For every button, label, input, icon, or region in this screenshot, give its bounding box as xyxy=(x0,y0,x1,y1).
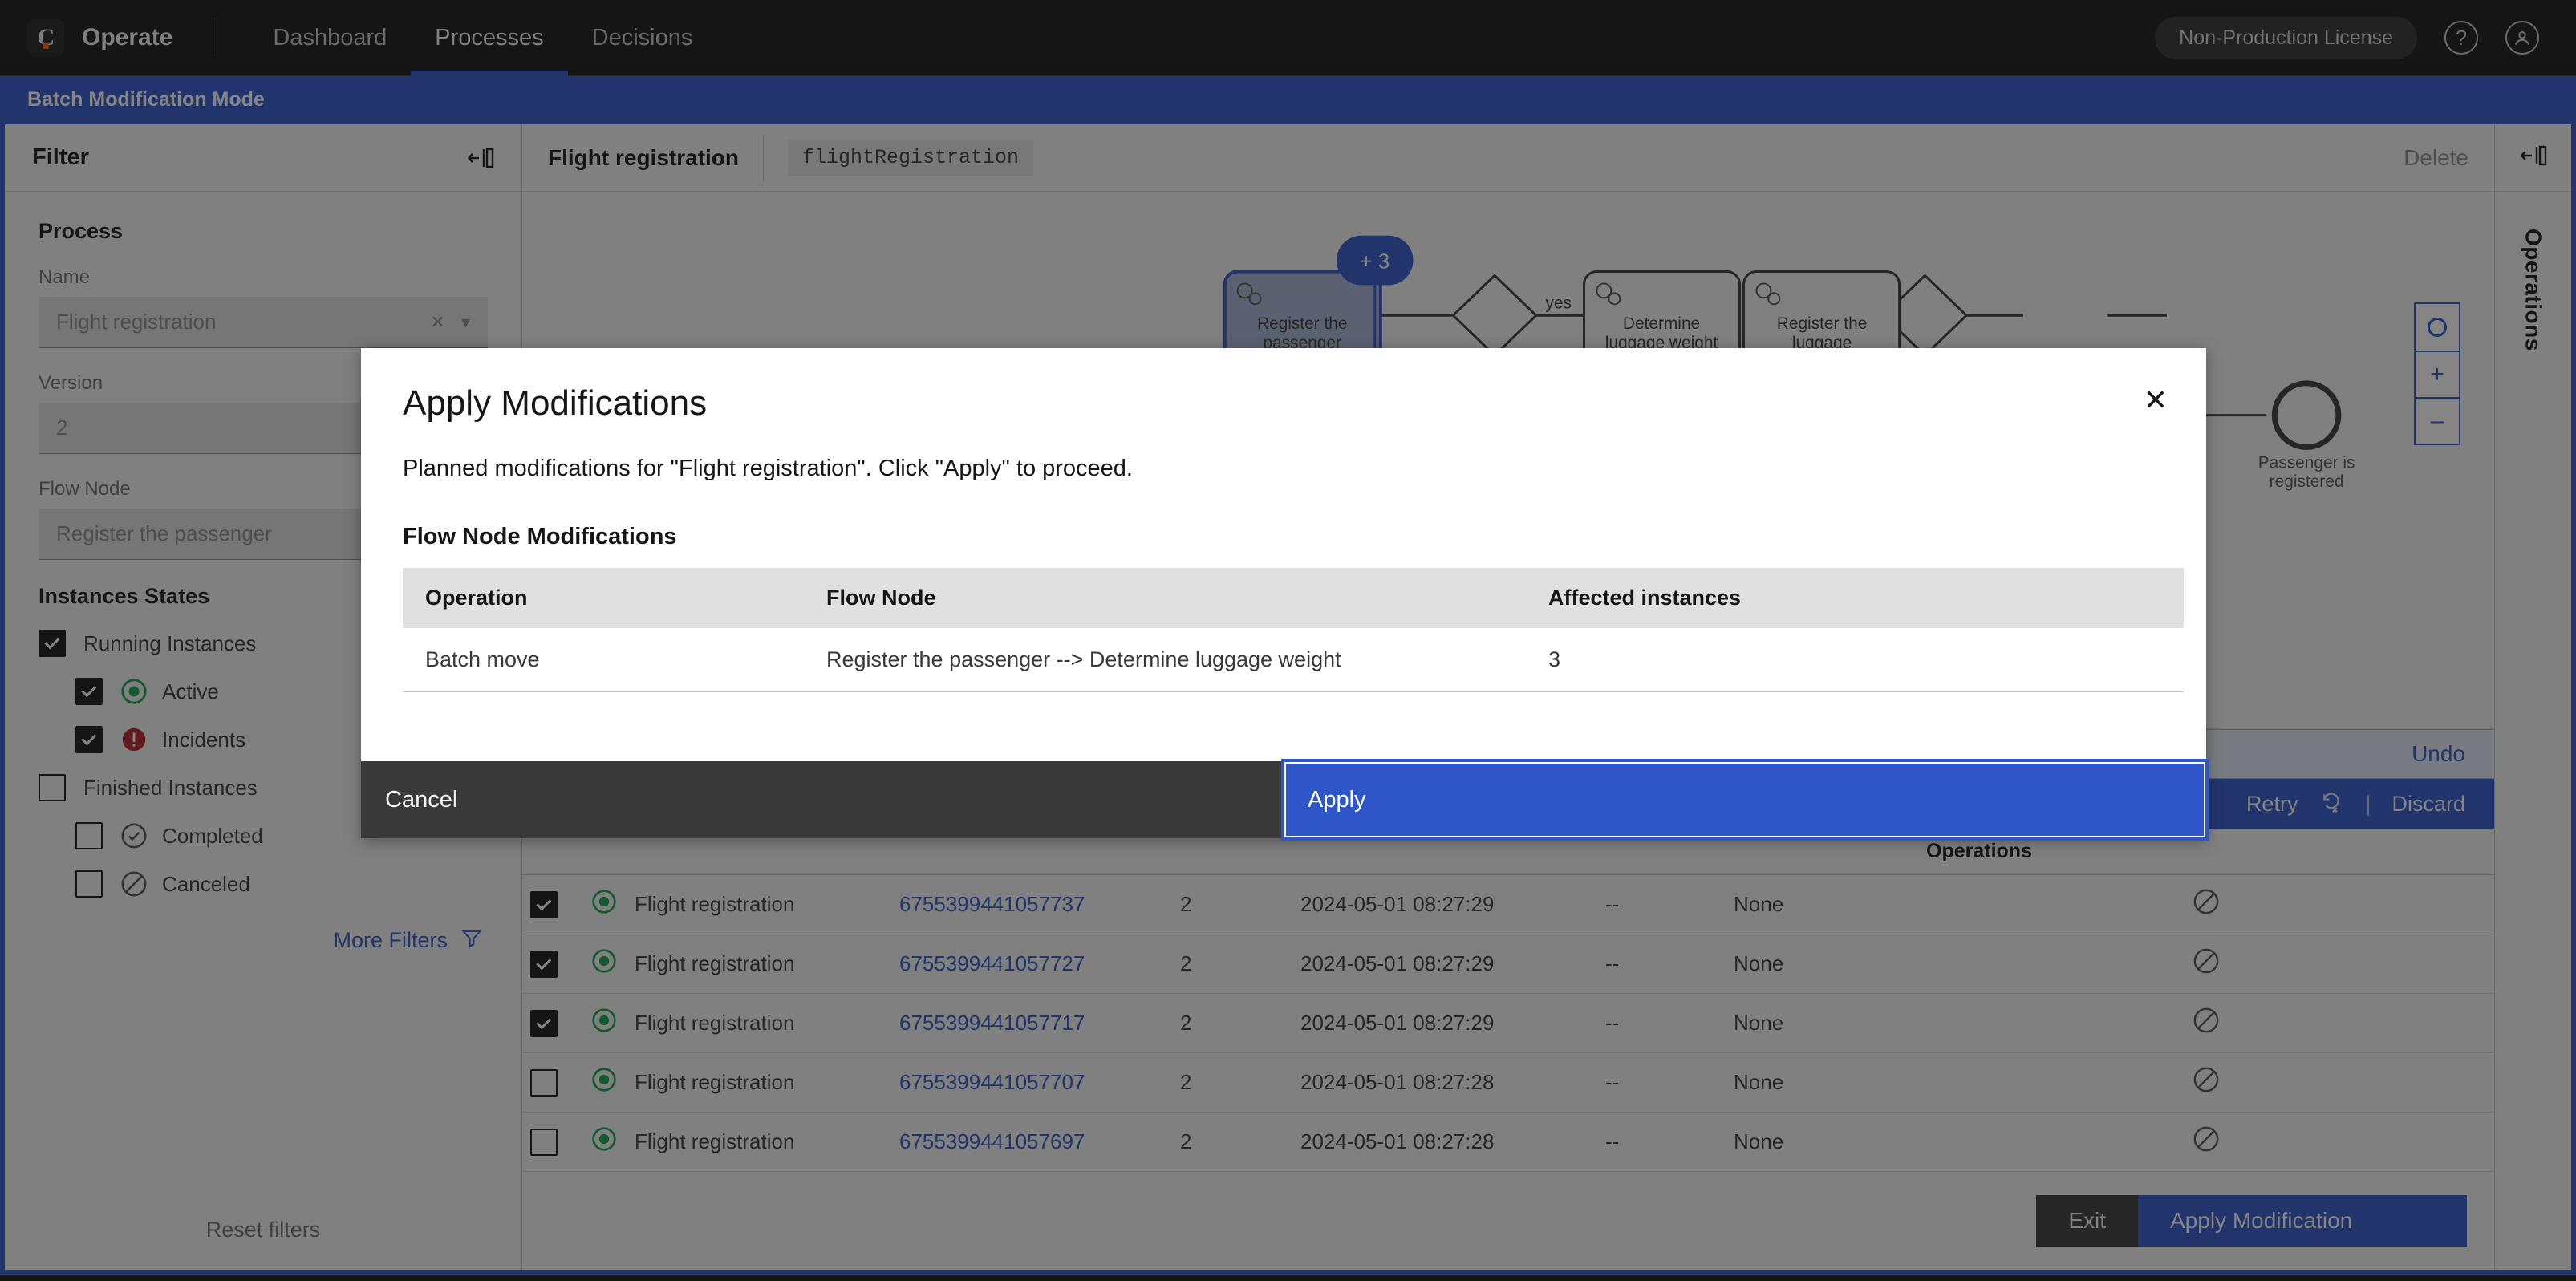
modal-footer: Cancel Apply xyxy=(361,761,2206,838)
apply-modifications-dialog: Apply Modifications ✕ Planned modificati… xyxy=(361,348,2206,838)
modifications-header-row: Operation Flow Node Affected instances xyxy=(403,568,2184,628)
modifications-col-affected: Affected instances xyxy=(1526,568,2184,628)
modal-body: Planned modifications for "Flight regist… xyxy=(361,424,2206,761)
modifications-table: Operation Flow Node Affected instances B… xyxy=(403,568,2184,692)
modal-header: Apply Modifications ✕ xyxy=(361,348,2206,424)
modifications-col-flow-node: Flow Node xyxy=(804,568,1526,628)
modifications-col-operation: Operation xyxy=(403,568,804,628)
modification-flow-node: Register the passenger --> Determine lug… xyxy=(804,628,1526,692)
modification-affected: 3 xyxy=(1526,628,2184,692)
modal-spacer xyxy=(403,692,2182,761)
modifications-table-body: Batch moveRegister the passenger --> Det… xyxy=(403,628,2184,692)
modal-description: Planned modifications for "Flight regist… xyxy=(403,456,2182,482)
cancel-button[interactable]: Cancel xyxy=(361,761,1284,838)
app-root: C Operate Dashboard Processes Decisions … xyxy=(0,0,2576,1281)
apply-button[interactable]: Apply xyxy=(1284,761,2206,838)
modal-subtitle: Flow Node Modifications xyxy=(403,524,2182,550)
close-icon[interactable]: ✕ xyxy=(2132,377,2179,424)
modification-row: Batch moveRegister the passenger --> Det… xyxy=(403,628,2184,692)
modal-title: Apply Modifications xyxy=(403,383,2164,424)
modification-operation: Batch move xyxy=(403,628,804,692)
modifications-table-head: Operation Flow Node Affected instances xyxy=(403,568,2184,628)
